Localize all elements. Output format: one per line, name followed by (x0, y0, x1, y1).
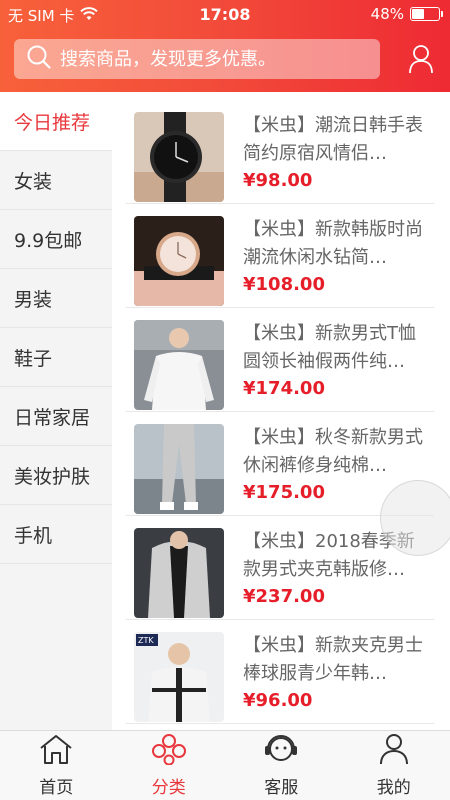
product-item[interactable]: 【米虫】新款男式T恤圆领长袖假两件纯… ¥174.00 (126, 308, 434, 412)
product-title: 【米虫】新款韩版时尚潮流休闲水钻简… (243, 219, 423, 268)
battery-percent: 48% (370, 5, 404, 23)
tab-home-label: 首页 (39, 778, 74, 798)
status-right: 48% (370, 5, 443, 23)
product-title: 【米虫】新款夹克男士棒球服青少年韩… (243, 635, 423, 684)
sidebar-item-men[interactable]: 男装 (0, 269, 112, 328)
sidebar-item-phone[interactable]: 手机 (0, 505, 112, 564)
category-icon (151, 733, 187, 770)
product-price: ¥98.00 (243, 170, 313, 191)
sidebar-item-today[interactable]: 今日推荐 (0, 92, 112, 151)
tab-service-label: 客服 (264, 778, 299, 798)
product-price: ¥175.00 (243, 482, 325, 503)
user-icon[interactable] (406, 43, 436, 75)
sidebar-item-women[interactable]: 女装 (0, 151, 112, 210)
product-title: 【米虫】秋冬新款男式休闲裤修身纯棉… (243, 427, 423, 476)
tab-bar: 首页 分类 客服 我的 (0, 730, 450, 800)
tab-service[interactable]: 客服 (225, 731, 338, 800)
svg-text:ZTK: ZTK (138, 636, 154, 645)
product-item[interactable]: 【米虫】潮流日韩手表简约原宿风情侣… ¥98.00 (126, 100, 434, 204)
tab-profile[interactable]: 我的 (338, 731, 450, 800)
customer-service-icon (263, 733, 299, 770)
product-title: 【米虫】潮流日韩手表简约原宿风情侣… (243, 115, 423, 164)
sidebar-item-home[interactable]: 日常家居 (0, 387, 112, 446)
product-list: 【米虫】潮流日韩手表简约原宿风情侣… ¥98.00 【米虫】新款韩版时尚潮流休闲… (112, 92, 450, 730)
tab-category[interactable]: 分类 (113, 731, 226, 800)
product-image-baseball-jacket[interactable]: ZTK (134, 632, 224, 722)
battery-fill (412, 9, 425, 19)
product-image-shirt[interactable] (134, 320, 224, 410)
sidebar-item-shoes[interactable]: 鞋子 (0, 328, 112, 387)
profile-icon (376, 733, 412, 770)
product-image-watch[interactable] (134, 112, 224, 202)
assistive-touch-button[interactable] (380, 480, 450, 556)
tab-profile-label: 我的 (376, 778, 411, 798)
product-image-pants[interactable] (134, 424, 224, 514)
sidebar-item-beauty[interactable]: 美妆护肤 (0, 446, 112, 505)
header: 无 SIM 卡 17:08 48% (0, 0, 450, 92)
category-sidebar: 今日推荐 女装 9.9包邮 男装 鞋子 日常家居 美妆护肤 手机 (0, 92, 112, 730)
tab-home[interactable]: 首页 (0, 731, 113, 800)
sidebar-item-free-shipping[interactable]: 9.9包邮 (0, 210, 112, 269)
home-icon (38, 733, 74, 770)
status-bar: 无 SIM 卡 17:08 48% (0, 0, 450, 30)
product-image-watch[interactable] (134, 216, 224, 306)
search-box[interactable] (14, 39, 380, 79)
search-icon (26, 44, 52, 74)
product-price: ¥174.00 (243, 378, 325, 399)
product-item[interactable]: ZTK 【米虫】新款夹克男士棒球服青少年韩… ¥96.00 (126, 620, 434, 724)
product-price: ¥108.00 (243, 274, 325, 295)
product-image-jacket[interactable] (134, 528, 224, 618)
product-title: 【米虫】新款男式T恤圆领长袖假两件纯… (243, 323, 416, 372)
product-price: ¥96.00 (243, 690, 313, 711)
tab-category-label: 分类 (151, 778, 186, 798)
battery-icon (410, 7, 443, 21)
product-price: ¥237.00 (243, 586, 325, 607)
search-input[interactable] (60, 48, 360, 70)
product-item[interactable]: 【米虫】新款韩版时尚潮流休闲水钻简… ¥108.00 (126, 204, 434, 308)
search-row (14, 39, 436, 79)
